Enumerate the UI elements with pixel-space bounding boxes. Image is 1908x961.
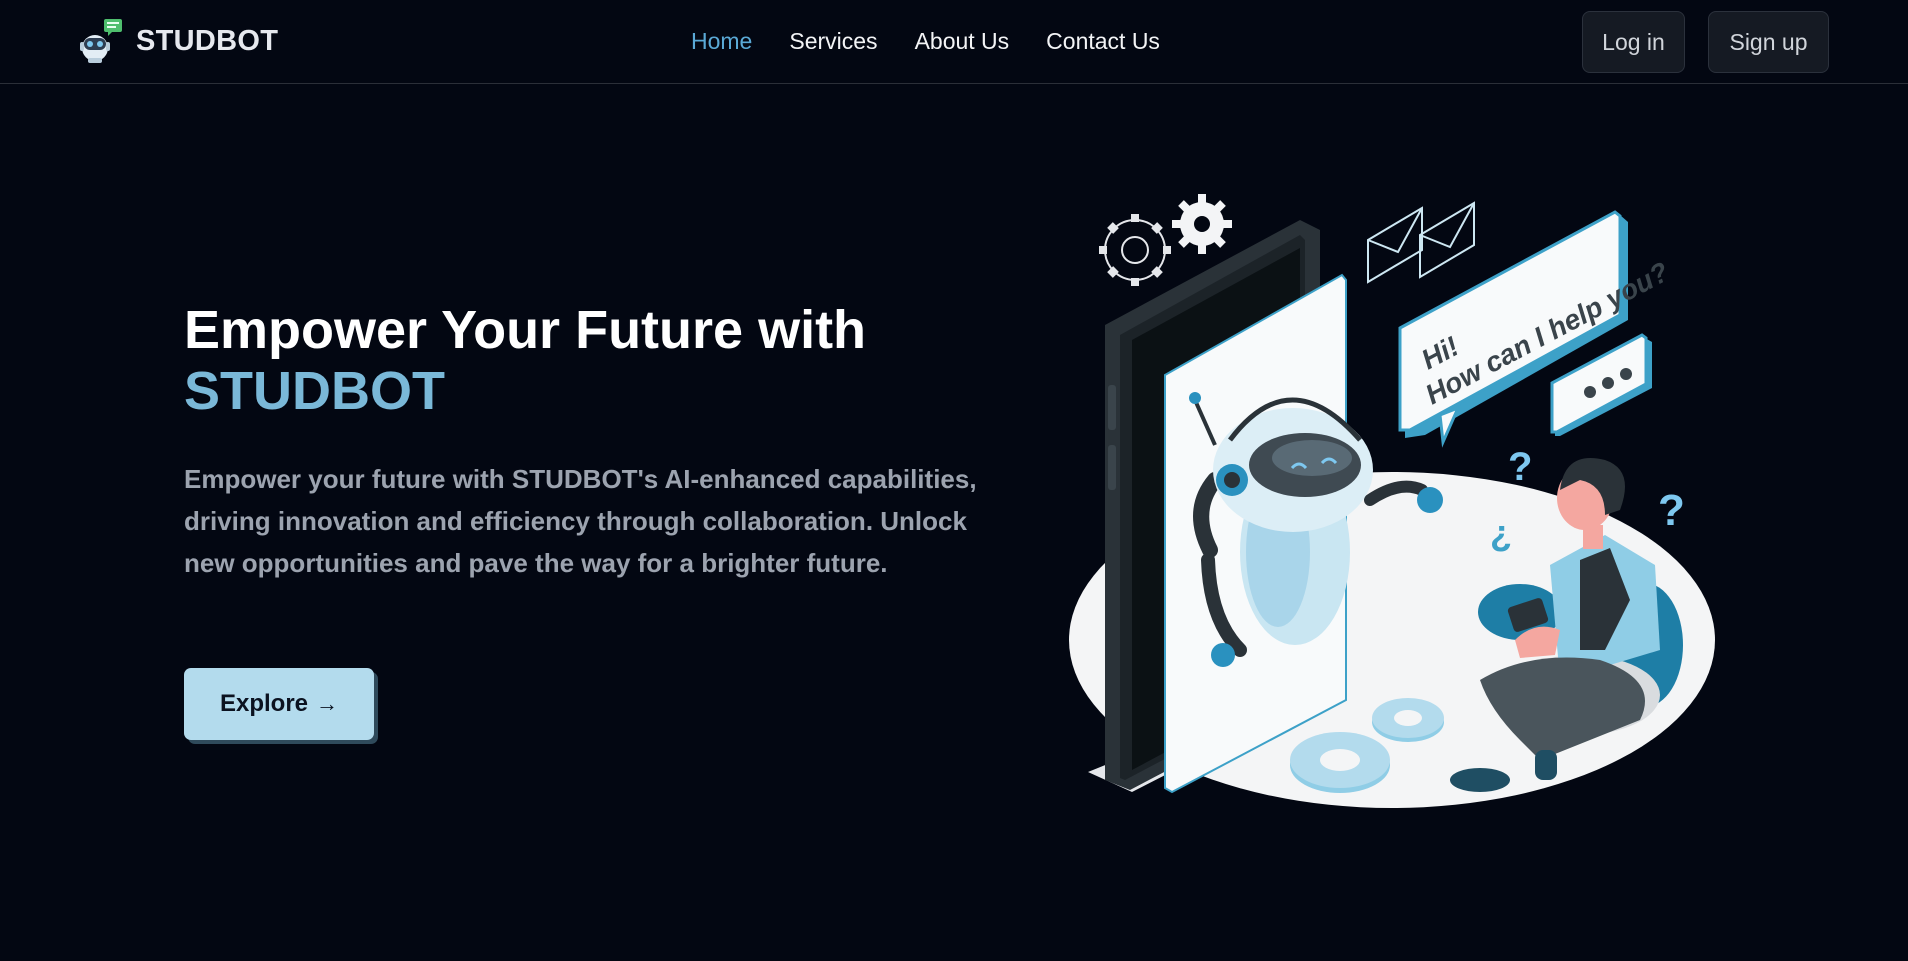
brand-name: STUDBOT — [136, 24, 279, 57]
gear-outline-icon — [1099, 214, 1171, 286]
arrow-right-icon: → — [316, 691, 339, 716]
floor-gear-small-icon — [1372, 698, 1444, 742]
top-navbar: STUDBOT Home Services About Us Contact U… — [0, 0, 1908, 84]
nav-link-services[interactable]: Services — [789, 26, 877, 56]
signup-button[interactable]: Sign up — [1708, 11, 1829, 73]
robot-chat-icon — [80, 19, 122, 63]
question-mark-icon: ? — [1658, 486, 1685, 535]
main-nav: Home Services About Us Contact Us — [691, 26, 1160, 56]
hero-title: Empower Your Future with STUDBOT — [184, 300, 866, 422]
nav-link-about-us[interactable]: About Us — [915, 26, 1010, 56]
login-button[interactable]: Log in — [1582, 11, 1685, 73]
gear-solid-icon — [1172, 194, 1232, 254]
inverted-question-mark-icon: ¿ — [1490, 512, 1512, 553]
nav-link-contact-us[interactable]: Contact Us — [1046, 26, 1160, 56]
chatbot-illustration: Hi! How can I help you? ? ? ¿ — [1069, 194, 1715, 808]
question-mark-icon: ? — [1508, 445, 1532, 489]
explore-button[interactable]: Explore → — [184, 668, 374, 740]
hero-description: Empower your future with STUDBOT's AI-en… — [184, 464, 977, 578]
nav-link-home[interactable]: Home — [691, 26, 752, 56]
brand-logo-link[interactable]: STUDBOT — [78, 18, 278, 64]
mail-icons — [1367, 201, 1475, 284]
speech-bubble: Hi! How can I help you? — [1398, 210, 1674, 448]
floor-gear-large-icon — [1290, 732, 1390, 793]
explore-button-label: Explore — [219, 690, 309, 717]
hero-title-line1: Empower Your Future with — [184, 300, 867, 360]
hero-title-brand: STUDBOT — [184, 361, 445, 421]
